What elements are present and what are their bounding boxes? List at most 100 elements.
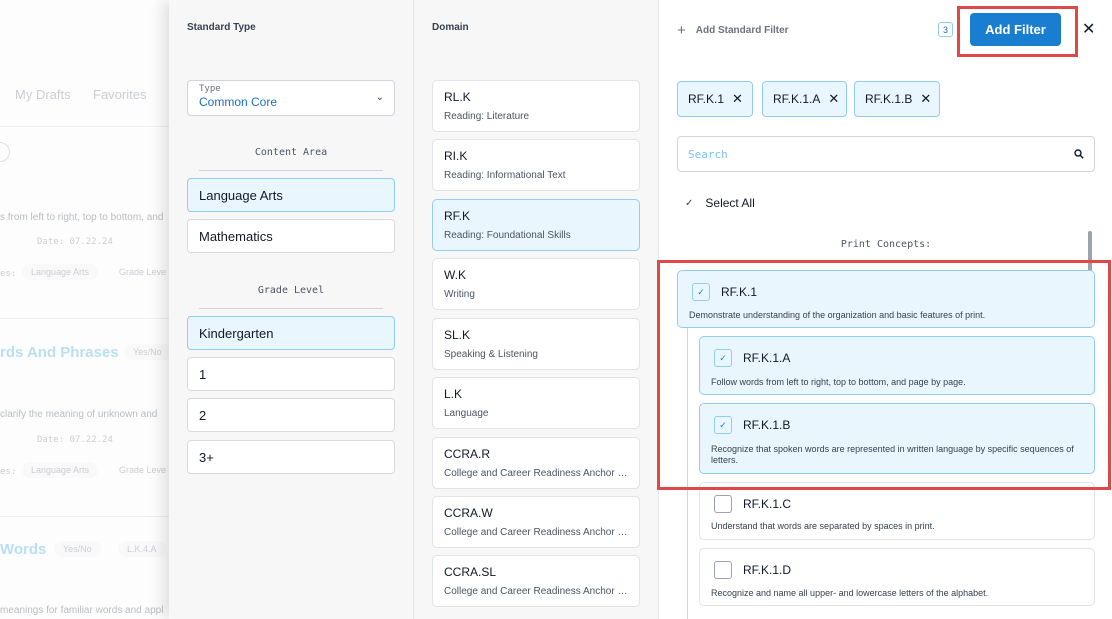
standard-item[interactable]: ✓ RF.K.1.A Follow words from left to rig… <box>699 336 1095 395</box>
standard-description: Recognize and name all upper- and lowerc… <box>711 588 989 598</box>
bg-divider <box>0 516 170 517</box>
search-icon[interactable] <box>1074 149 1084 159</box>
bg-date: Date: 07.22.24 <box>37 435 113 445</box>
plus-icon: + <box>677 22 686 39</box>
bg-label: es: <box>0 269 17 279</box>
selected-chip: RF.K.1.B ✕ <box>854 81 940 117</box>
checkbox[interactable] <box>714 495 732 513</box>
option-label: Language Arts <box>199 187 283 203</box>
bg-title: rds And Phrases <box>0 344 119 361</box>
domain-description: Speaking & Listening <box>444 349 538 360</box>
select-all-label: Select All <box>705 196 755 210</box>
bg-chip: Language Arts <box>22 264 99 280</box>
option-label: 2 <box>199 407 207 423</box>
domain-description: Reading: Foundational Skills <box>444 230 571 241</box>
check-icon: ✓ <box>685 197 694 209</box>
domain-item[interactable]: RI.K Reading: Informational Text <box>432 139 640 191</box>
bg-chip: Grade Leve <box>119 267 167 277</box>
standard-type-header: Standard Type <box>187 22 256 33</box>
domain-header: Domain <box>432 22 469 33</box>
domain-description: Reading: Literature <box>444 111 530 122</box>
remove-chip-icon[interactable]: ✕ <box>828 91 839 107</box>
domain-item[interactable]: RF.K Reading: Foundational Skills <box>432 199 640 251</box>
add-standard-filter-label: Add Standard Filter <box>695 25 789 36</box>
domain-column: Domain RL.K Reading: Literature RI.K Rea… <box>414 0 659 619</box>
domain-item[interactable]: CCRA.W College and Career Readiness Anch… <box>432 496 640 548</box>
standards-column: + Add Standard Filter 3 Add Filter ✕ RF.… <box>659 0 1112 619</box>
content-area-option[interactable]: Language Arts <box>187 178 395 212</box>
domain-item[interactable]: W.K Writing <box>432 258 640 310</box>
standard-item[interactable]: ✓ RF.K.1.B Recognize that spoken words a… <box>699 403 1095 474</box>
chip-label: RF.K.1.A <box>773 92 821 106</box>
section-divider <box>199 308 383 309</box>
type-select-label: Type <box>199 84 221 94</box>
checkbox[interactable]: ✓ <box>692 283 710 301</box>
group-label: Print Concepts: <box>840 239 932 250</box>
domain-code: SL.K <box>444 328 471 342</box>
standard-type-column: Standard Type Type Common Core ⌄ Content… <box>169 0 414 619</box>
bg-chip: Yes/No <box>124 344 170 360</box>
search-field <box>677 136 1095 172</box>
standards-filter-panel: Standard Type Type Common Core ⌄ Content… <box>169 0 1112 619</box>
checkbox[interactable]: ✓ <box>714 416 732 434</box>
grade-level-option[interactable]: 2 <box>187 398 395 432</box>
selected-chip: RF.K.1 ✕ <box>677 81 753 117</box>
grade-level-option[interactable]: 1 <box>187 357 395 391</box>
grade-level-option[interactable]: Kindergarten <box>187 316 395 350</box>
standard-description: Follow words from left to right, top to … <box>711 377 966 387</box>
standard-code: RF.K.1.D <box>743 563 792 577</box>
domain-item[interactable]: SL.K Speaking & Listening <box>432 318 640 370</box>
domain-code: CCRA.SL <box>444 565 497 579</box>
domain-description: Writing <box>444 289 475 300</box>
domain-code: RI.K <box>444 149 468 163</box>
close-icon[interactable]: ✕ <box>1082 19 1095 39</box>
bg-divider <box>0 318 170 319</box>
checkbox[interactable] <box>714 561 732 579</box>
option-label: Kindergarten <box>199 325 274 341</box>
content-area-option[interactable]: Mathematics <box>187 219 395 253</box>
remove-chip-icon[interactable]: ✕ <box>920 91 931 107</box>
option-label: 3+ <box>199 449 214 465</box>
domain-code: RF.K <box>444 209 471 223</box>
domain-item[interactable]: CCRA.SL College and Career Readiness Anc… <box>432 555 640 607</box>
bg-chip: Yes/No <box>54 541 101 557</box>
remove-chip-icon[interactable]: ✕ <box>732 91 743 107</box>
bg-title: Words <box>0 541 47 558</box>
option-label: Mathematics <box>199 228 273 244</box>
chip-label: RF.K.1.B <box>865 92 913 106</box>
domain-description: Reading: Informational Text <box>444 170 566 181</box>
domain-item[interactable]: CCRA.R College and Career Readiness Anch… <box>432 437 640 489</box>
standard-item[interactable]: RF.K.1.C Understand that words are separ… <box>699 482 1095 540</box>
domain-item[interactable]: RL.K Reading: Literature <box>432 80 640 132</box>
type-select[interactable]: Type Common Core ⌄ <box>187 80 395 116</box>
domain-description: Language <box>444 408 489 419</box>
domain-code: CCRA.R <box>444 447 491 461</box>
bg-chip: L.K.4.A <box>118 541 166 557</box>
standard-description: Demonstrate understanding of the organiz… <box>689 310 986 320</box>
standard-item[interactable]: RF.K.1.D Recognize and name all upper- a… <box>699 548 1095 606</box>
bg-text: meanings for familiar words and appl <box>0 605 164 616</box>
domain-description: College and Career Readiness Anchor S... <box>444 468 628 479</box>
standard-description: Understand that words are separated by s… <box>711 521 935 531</box>
option-label: 1 <box>199 366 207 382</box>
standard-item[interactable]: ✓ RF.K.1 Demonstrate understanding of th… <box>677 270 1095 328</box>
bg-date: Date: 07.22.24 <box>37 237 113 247</box>
selected-chip: RF.K.1.A ✕ <box>762 81 847 117</box>
search-input[interactable] <box>688 147 1074 161</box>
bg-tab-favorites: Favorites <box>93 87 147 102</box>
select-all-toggle[interactable]: ✓ Select All <box>685 196 755 210</box>
bg-text: s from left to right, top to bottom, and <box>0 212 164 223</box>
grade-level-option[interactable]: 3+ <box>187 440 395 474</box>
domain-description: College and Career Readiness Anchor S... <box>444 527 628 538</box>
background-page: My Drafts Favorites s from left to right… <box>0 0 170 619</box>
domain-item[interactable]: L.K Language <box>432 377 640 429</box>
standard-code: RF.K.1 <box>721 285 758 299</box>
selected-count-badge: 3 <box>938 22 953 37</box>
checkbox[interactable]: ✓ <box>714 349 732 367</box>
domain-code: W.K <box>444 268 467 282</box>
add-standard-filter[interactable]: + Add Standard Filter <box>677 22 789 39</box>
bg-circle <box>0 142 10 162</box>
standard-code: RF.K.1.B <box>743 418 791 432</box>
standard-description: Recognize that spoken words are represen… <box>711 444 1074 465</box>
standard-code: RF.K.1.A <box>743 351 791 365</box>
